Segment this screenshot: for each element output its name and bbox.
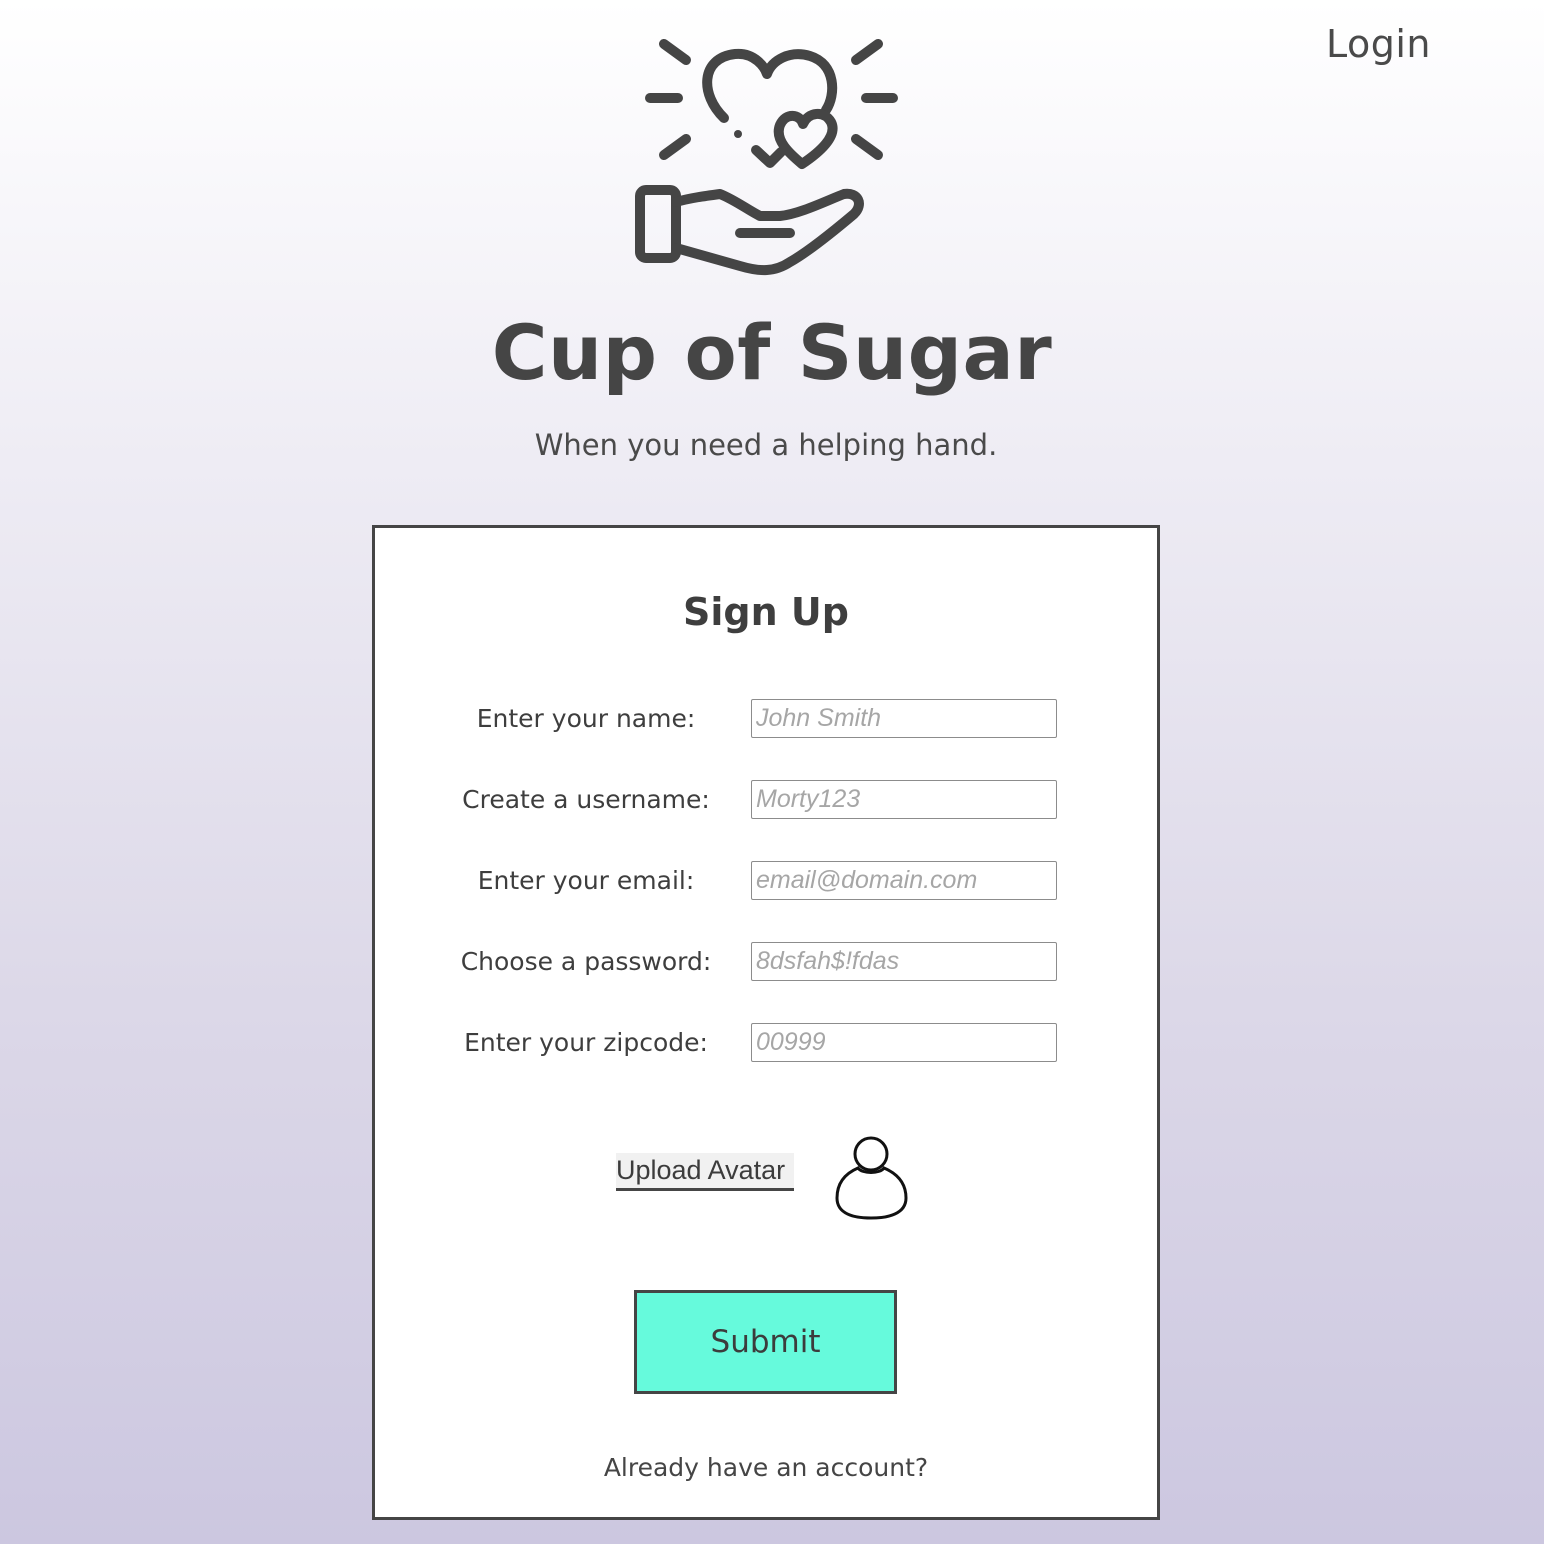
password-label: Choose a password:	[460, 947, 712, 976]
upload-avatar-button[interactable]: Upload Avatar	[616, 1153, 794, 1191]
name-input[interactable]	[751, 699, 1057, 738]
tagline: When you need a helping hand.	[534, 428, 998, 462]
password-row: Choose a password:	[375, 942, 1157, 982]
email-label: Enter your email:	[477, 866, 695, 895]
zipcode-row: Enter your zipcode:	[375, 1023, 1157, 1063]
login-link[interactable]: Login	[1326, 22, 1431, 66]
username-input[interactable]	[751, 780, 1057, 819]
password-input[interactable]	[751, 942, 1057, 981]
app-title: Cup of Sugar	[491, 308, 1053, 397]
username-row: Create a username:	[375, 780, 1157, 820]
name-row: Enter your name:	[375, 699, 1157, 739]
signup-card: Sign Up Enter your name: Create a userna…	[372, 525, 1160, 1520]
name-label: Enter your name:	[476, 704, 696, 733]
user-icon	[835, 1136, 908, 1220]
username-label: Create a username:	[462, 785, 710, 814]
email-row: Enter your email:	[375, 861, 1157, 901]
hand-holding-hearts-icon	[635, 39, 898, 276]
signup-title: Sign Up	[683, 590, 849, 634]
email-input[interactable]	[751, 861, 1057, 900]
already-have-account-link[interactable]: Already have an account?	[375, 1453, 1157, 1482]
submit-button[interactable]: Submit	[634, 1290, 897, 1394]
zipcode-label: Enter your zipcode:	[464, 1028, 708, 1057]
zipcode-input[interactable]	[751, 1023, 1057, 1062]
